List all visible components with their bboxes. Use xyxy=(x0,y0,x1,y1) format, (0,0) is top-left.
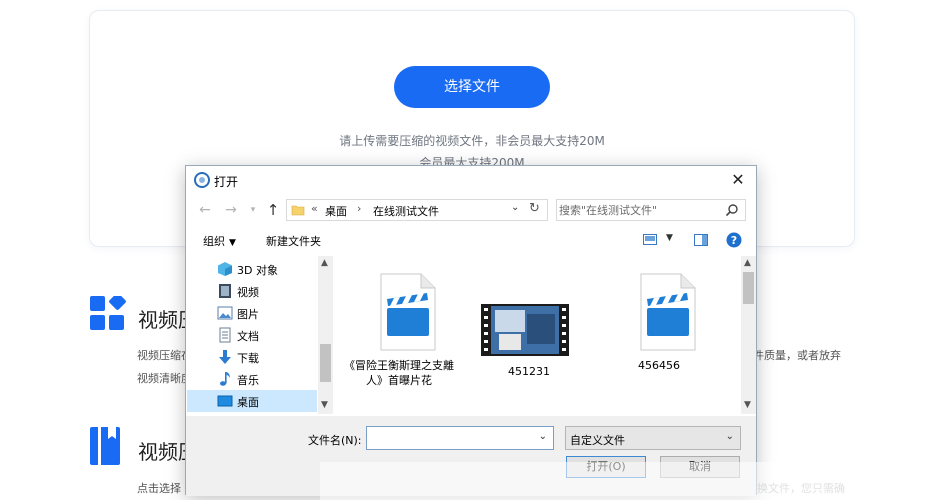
scroll-up-icon[interactable]: ▲ xyxy=(744,258,751,268)
feature1-desc-tail: 件质量，或者放弃 xyxy=(753,349,841,362)
svg-text:?: ? xyxy=(731,234,737,247)
view-mode-icon[interactable] xyxy=(643,234,657,245)
compress-feature-icon xyxy=(90,296,126,330)
filename-label: 文件名(N): xyxy=(308,434,362,447)
forward-arrow-icon[interactable]: → xyxy=(222,200,240,220)
file-item[interactable]: 451231 xyxy=(473,266,585,416)
scrollbar-thumb[interactable] xyxy=(743,272,754,304)
preview-pane-icon[interactable] xyxy=(694,234,708,246)
browser-app-icon xyxy=(194,172,210,188)
sidebar-item-label: 下载 xyxy=(237,352,259,365)
breadcrumb-desktop[interactable]: 桌面 xyxy=(325,203,347,219)
dialog-titlebar[interactable]: 打开 ✕ xyxy=(186,166,756,194)
file-name: 451231 xyxy=(508,365,550,378)
file-item[interactable]: 《冒险王衡斯理之支離人》首曝片花 xyxy=(343,266,455,416)
feature2-desc-line1: 点击选择 xyxy=(137,482,181,495)
feature2-desc-tail: 换文件，您只需确 xyxy=(757,482,845,495)
address-chevron-down-icon[interactable]: ⌄ xyxy=(511,202,519,213)
search-box[interactable] xyxy=(556,199,746,221)
sidebar-item-label: 3D 对象 xyxy=(237,264,278,277)
recent-locations-chevron-icon[interactable]: ▾ xyxy=(244,200,262,220)
chevron-down-icon[interactable]: ⌄ xyxy=(539,431,547,442)
downloads-icon xyxy=(219,350,231,364)
video-file-icon xyxy=(640,273,696,351)
sidebar-item-label: 桌面 xyxy=(237,396,259,409)
file-list: 《冒险王衡斯理之支離人》首曝片花 451231 456456 xyxy=(333,256,741,414)
chevron-down-icon[interactable]: ⌄ xyxy=(726,431,734,442)
scroll-down-icon[interactable]: ▼ xyxy=(744,400,751,410)
desktop-icon xyxy=(217,395,233,407)
address-bar[interactable]: « 桌面 › 在线测试文件 ⌄ ↻ xyxy=(286,199,548,221)
music-icon xyxy=(220,372,230,386)
breadcrumb-current-folder[interactable]: 在线测试文件 xyxy=(373,203,439,219)
upload-hint-line1: 请上传需要压缩的视频文件，非会员最大支持20M xyxy=(339,134,605,148)
3d-objects-icon xyxy=(218,262,232,276)
sidebar-item-3d-objects[interactable]: 3D 对象 xyxy=(187,258,317,280)
sidebar-item-music[interactable]: 音乐 xyxy=(187,368,317,390)
breadcrumb-separator[interactable]: › xyxy=(357,202,361,215)
view-options-caret-icon[interactable]: ▼ xyxy=(666,233,673,243)
file-name: 《冒险王衡斯理之支離人》首曝片花 xyxy=(344,359,454,387)
file-type-value: 自定义文件 xyxy=(570,434,625,447)
open-button[interactable]: 打开(O) xyxy=(566,456,646,478)
feature1-desc-line1: 视频压缩在 xyxy=(137,349,192,362)
scroll-down-icon[interactable]: ▼ xyxy=(321,400,328,410)
open-file-dialog: 打开 ✕ ← → ▾ ↑ « 桌面 › 在线测试文件 ⌄ ↻ 组织 ▼ 新建文件夹 xyxy=(185,165,757,496)
close-icon[interactable]: ✕ xyxy=(726,169,750,191)
folder-icon xyxy=(291,205,305,216)
refresh-icon[interactable]: ↻ xyxy=(529,201,540,216)
dialog-title: 打开 xyxy=(214,175,239,189)
help-icon[interactable]: ? xyxy=(726,232,742,248)
filename-input[interactable] xyxy=(369,429,529,447)
sidebar-item-desktop[interactable]: 桌面 xyxy=(187,390,317,412)
sidebar-item-label: 音乐 xyxy=(237,374,259,387)
sidebar-item-videos[interactable]: 视频 xyxy=(187,280,317,302)
file-name: 456456 xyxy=(638,359,680,372)
video-file-icon xyxy=(380,273,436,351)
navigation-bar: ← → ▾ ↑ « 桌面 › 在线测试文件 ⌄ ↻ xyxy=(186,196,756,224)
cancel-button[interactable]: 取消 xyxy=(660,456,740,478)
sidebar-item-label: 文档 xyxy=(237,330,259,343)
videos-icon xyxy=(219,284,231,298)
organize-caret-icon: ▼ xyxy=(229,238,236,248)
file-list-scrollbar[interactable]: ▲ ▼ xyxy=(741,256,756,414)
organize-label: 组织 xyxy=(203,235,225,248)
search-input[interactable] xyxy=(559,201,719,219)
up-arrow-icon[interactable]: ↑ xyxy=(264,200,282,220)
pictures-icon xyxy=(217,306,233,320)
filename-combobox[interactable]: ⌄ xyxy=(366,426,554,450)
video-thumbnail xyxy=(481,304,569,356)
navigation-pane: 3D 对象 视频 图片 文档 下载 音乐 桌面 ▲ ▼ xyxy=(187,256,333,414)
documents-icon xyxy=(219,327,231,343)
sidebar-item-pictures[interactable]: 图片 xyxy=(187,302,317,324)
feature1-desc-line2: 视频清晰度 xyxy=(137,372,192,385)
new-folder-button[interactable]: 新建文件夹 xyxy=(266,233,321,249)
sidebar-item-label: 图片 xyxy=(237,308,259,321)
organize-menu[interactable]: 组织 ▼ xyxy=(203,233,236,249)
scroll-up-icon[interactable]: ▲ xyxy=(321,258,328,268)
search-icon[interactable] xyxy=(725,203,739,217)
scrollbar-thumb[interactable] xyxy=(320,344,331,382)
sidebar-item-label: 视频 xyxy=(237,286,259,299)
choose-file-button[interactable]: 选择文件 xyxy=(394,66,550,108)
file-item[interactable]: 456456 xyxy=(603,266,715,416)
sidebar-item-downloads[interactable]: 下载 xyxy=(187,346,317,368)
navigation-pane-scrollbar[interactable]: ▲ ▼ xyxy=(318,256,333,414)
file-type-select[interactable]: 自定义文件 ⌄ xyxy=(565,426,741,450)
breadcrumb-overflow[interactable]: « xyxy=(311,202,318,215)
sidebar-item-documents[interactable]: 文档 xyxy=(187,324,317,346)
dialog-footer: 文件名(N): ⌄ 自定义文件 ⌄ 打开(O) 取消 xyxy=(186,416,756,496)
command-bar: 组织 ▼ 新建文件夹 ▼ ? xyxy=(186,228,756,252)
back-arrow-icon[interactable]: ← xyxy=(196,200,214,220)
book-feature-icon xyxy=(90,427,120,465)
